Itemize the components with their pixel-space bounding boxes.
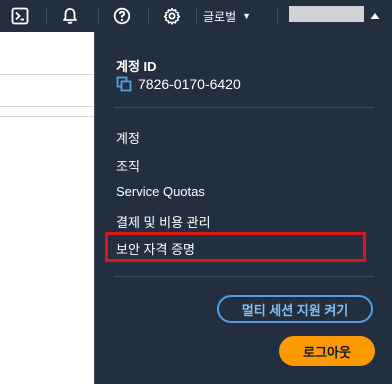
divider: [114, 276, 374, 277]
region-selector[interactable]: 글로벌 ▼: [203, 4, 265, 28]
divider: [0, 74, 94, 75]
cloudshell-button[interactable]: [8, 4, 32, 28]
page-background: [0, 32, 94, 384]
menu-item-service-quotas[interactable]: Service Quotas: [116, 184, 205, 199]
logout-button[interactable]: 로그아웃: [279, 336, 375, 366]
help-icon: [113, 7, 131, 25]
caret-up-icon: [370, 13, 380, 19]
help-button[interactable]: [110, 4, 134, 28]
account-dropdown-menu: 계정 ID 7826-0170-6420 계정 조직 Service Quota…: [94, 32, 392, 384]
bell-icon: [63, 8, 77, 24]
settings-button[interactable]: [160, 4, 184, 28]
nav-separator: [148, 7, 149, 25]
gear-icon: [163, 7, 181, 25]
nav-separator: [98, 7, 99, 25]
menu-item-billing[interactable]: 결제 및 비용 관리: [116, 212, 211, 231]
nav-separator: [46, 7, 47, 25]
nav-separator: [196, 7, 197, 25]
top-navigation-bar: 글로벌 ▼: [0, 0, 392, 32]
cloudshell-icon: [11, 7, 29, 25]
account-id-value: 7826-0170-6420: [138, 76, 241, 92]
highlight-annotation: [105, 232, 366, 262]
caret-down-icon: ▼: [242, 11, 252, 21]
menu-item-account[interactable]: 계정: [116, 128, 140, 147]
account-id-row: 7826-0170-6420: [116, 76, 241, 92]
divider: [114, 107, 374, 108]
enable-multi-session-button[interactable]: 멀티 세션 지원 켜기: [217, 295, 373, 323]
menu-item-organizations[interactable]: 조직: [116, 156, 140, 175]
account-id-label: 계정 ID: [116, 59, 157, 74]
nav-separator: [277, 7, 278, 25]
divider: [0, 106, 94, 107]
region-label: 글로벌: [203, 9, 237, 24]
account-menu-toggle[interactable]: [368, 4, 382, 28]
account-name-redacted[interactable]: [289, 6, 364, 22]
notifications-button[interactable]: [58, 4, 82, 28]
divider: [0, 116, 94, 117]
copy-icon[interactable]: [116, 76, 132, 92]
